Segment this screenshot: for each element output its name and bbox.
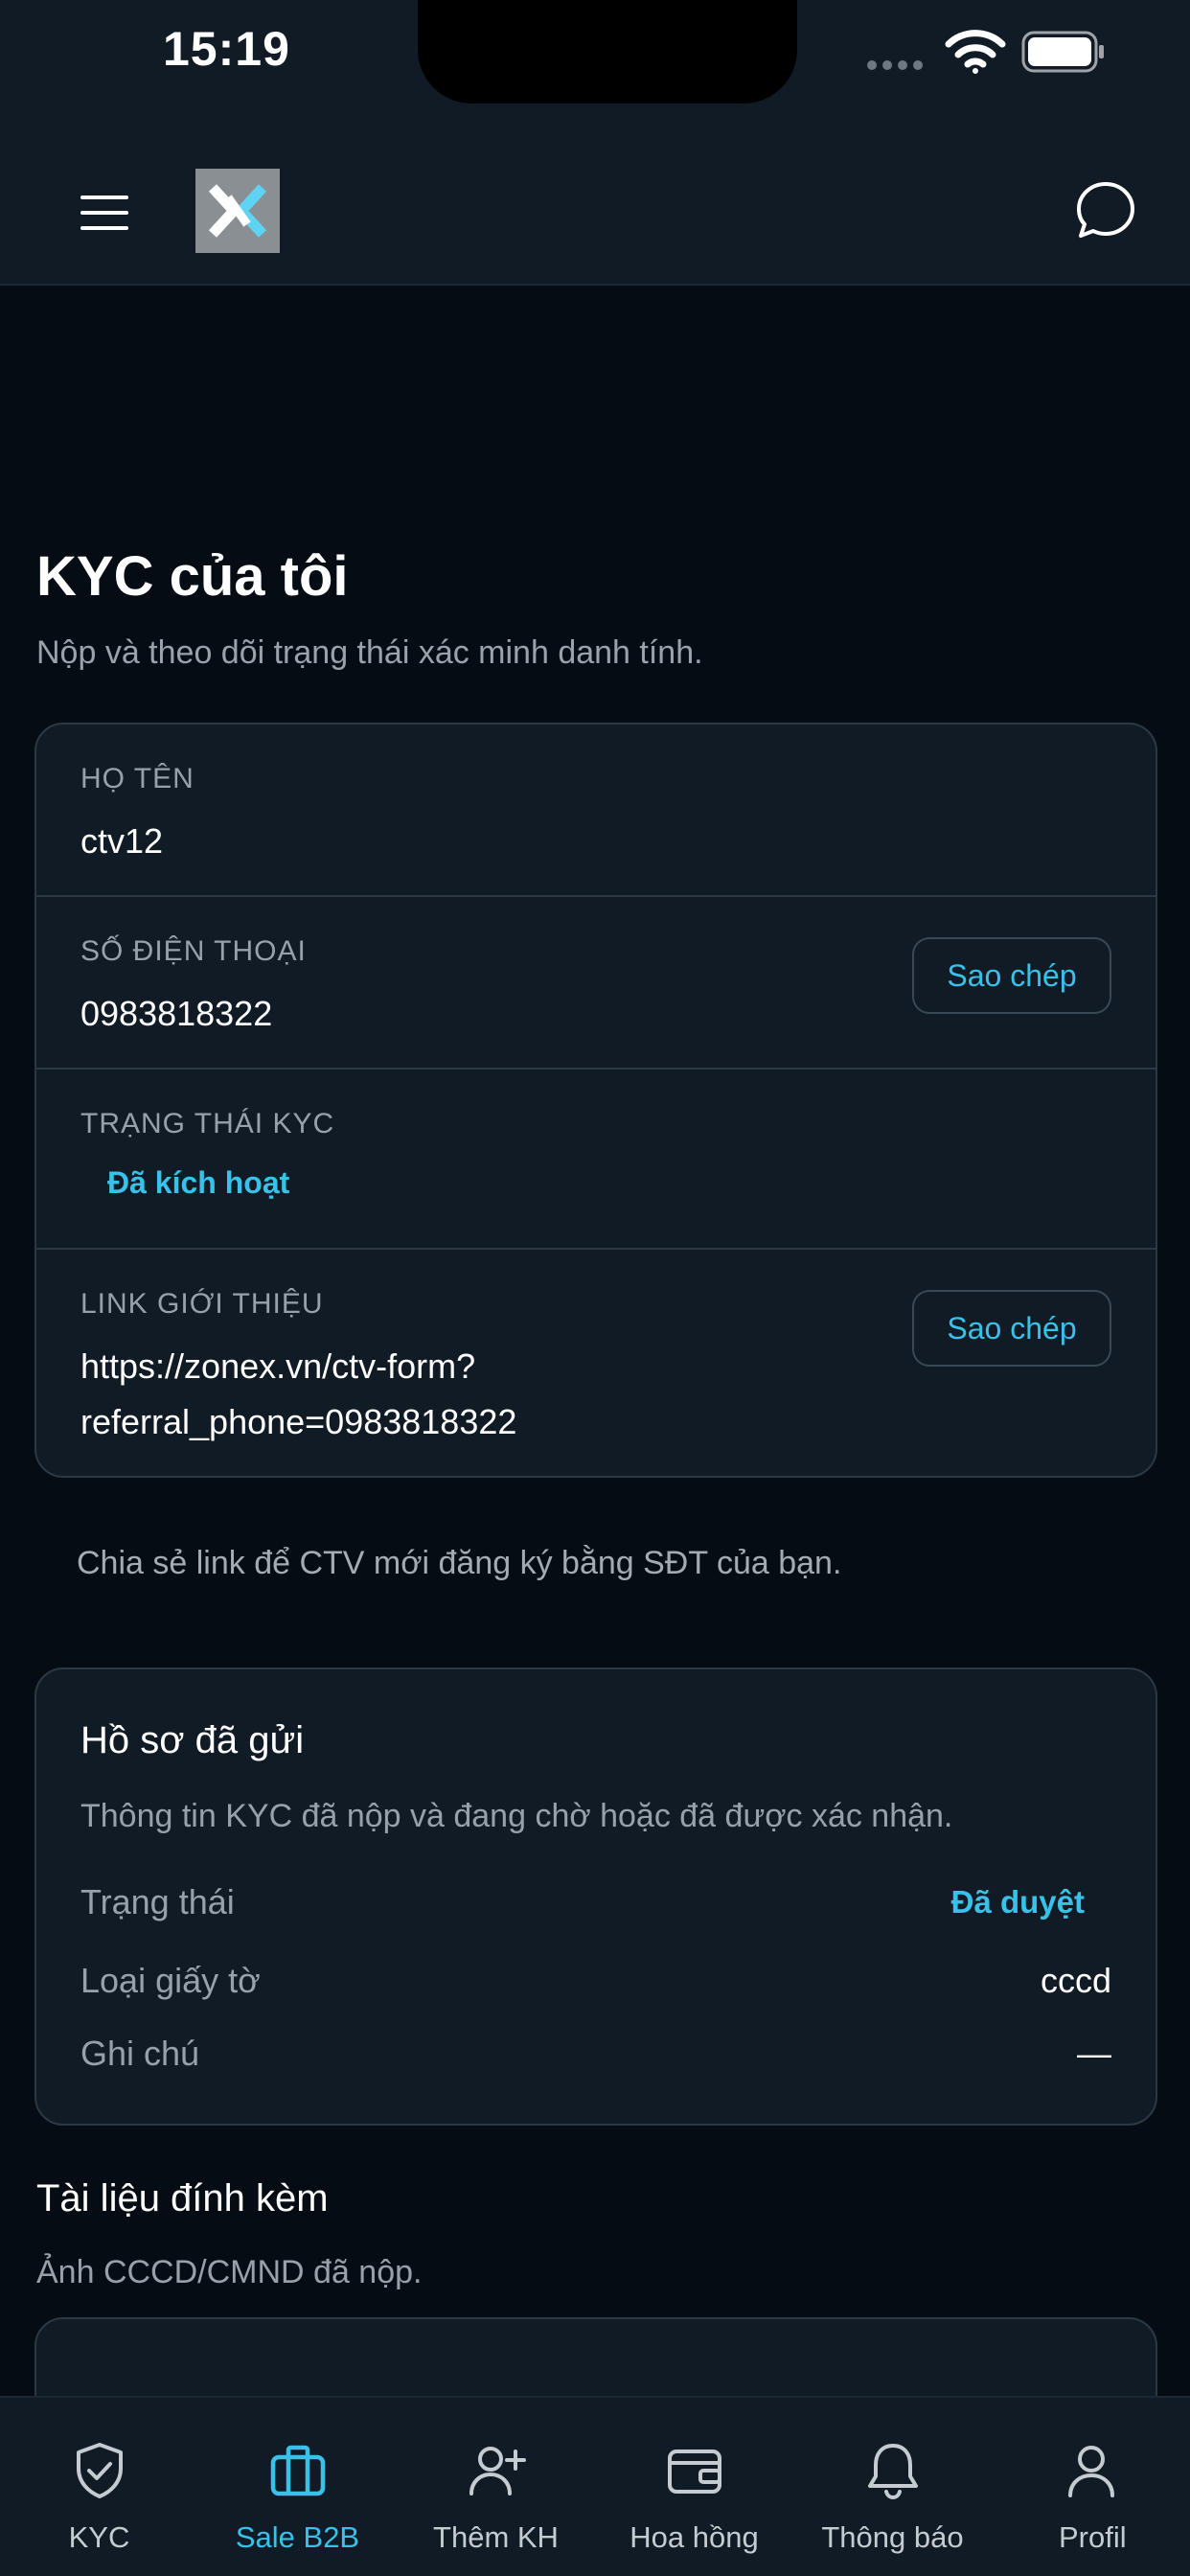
status-time: 15:19	[163, 22, 290, 76]
name-row: HỌ TÊN ctv12	[36, 724, 1156, 897]
wallet-icon	[667, 2450, 721, 2494]
phone-label: SỐ ĐIỆN THOẠI	[80, 935, 307, 967]
phone-row: SỐ ĐIỆN THOẠI 0983818322 Sao chép	[36, 897, 1156, 1070]
nav-item-commission[interactable]: Hoa hồng	[595, 2398, 793, 2576]
shield-check-icon	[76, 2443, 123, 2498]
copy-link-button[interactable]: Sao chép	[912, 1290, 1111, 1367]
nav-item-profile[interactable]: Profil	[992, 2398, 1190, 2576]
name-label: HỌ TÊN	[80, 763, 195, 794]
nav-label-add-customer: Thêm KH	[433, 2520, 559, 2554]
page-title: KYC của tôi	[36, 545, 349, 608]
copy-phone-button[interactable]: Sao chép	[912, 937, 1111, 1014]
referral-link-label: LINK GIỚI THIỆU	[80, 1288, 324, 1320]
submitted-profile-card: Hồ sơ đã gửi Thông tin KYC đã nộp và đan…	[34, 1668, 1157, 2126]
nav-item-sale-b2b[interactable]: Sale B2B	[198, 2398, 397, 2576]
share-link-note: Chia sẻ link để CTV mới đăng ký bằng SĐT…	[77, 1545, 842, 1581]
nav-item-notifications[interactable]: Thông báo	[793, 2398, 992, 2576]
page-subtitle: Nộp và theo dõi trạng thái xác minh danh…	[36, 634, 703, 671]
referral-link-line2: referral_phone=0983818322	[80, 1402, 517, 1441]
nav-label-commission: Hoa hồng	[629, 2520, 759, 2554]
nav-item-kyc[interactable]: KYC	[0, 2398, 198, 2576]
kyc-info-card: HỌ TÊN ctv12 SỐ ĐIỆN THOẠI 0983818322 Sa…	[34, 723, 1157, 1478]
battery-icon	[1021, 31, 1104, 73]
doc-type-label: Loại giấy tờ	[80, 1961, 261, 2000]
nav-label-kyc: KYC	[68, 2520, 130, 2554]
nav-label-notifications: Thông báo	[821, 2520, 964, 2554]
bell-icon	[867, 2444, 918, 2500]
nav-label-profile: Profil	[1059, 2520, 1127, 2554]
chat-bubble-icon[interactable]	[1073, 178, 1138, 243]
status-label: Trạng thái	[80, 1882, 235, 1921]
profile-card-description: Thông tin KYC đã nộp và đang chờ hoặc đã…	[80, 1798, 953, 1834]
referral-link-row: LINK GIỚI THIỆU https://zonex.vn/ctv-for…	[36, 1250, 1156, 1478]
profile-card-title: Hồ sơ đã gửi	[80, 1719, 305, 1761]
name-value: ctv12	[80, 821, 164, 861]
attachments-title: Tài liệu đính kèm	[36, 2177, 329, 2220]
briefcase-icon	[270, 2445, 325, 2496]
cellular-signal-icon	[867, 58, 928, 70]
kyc-status-label: TRẠNG THÁI KYC	[80, 1108, 335, 1139]
attachments-subtitle: Ảnh CCCD/CMND đã nộp.	[36, 2254, 423, 2290]
note-label: Ghi chú	[80, 2034, 200, 2073]
wifi-icon	[945, 30, 1006, 74]
logo-x-icon	[208, 184, 267, 238]
status-value: Đã duyệt	[950, 1884, 1085, 1920]
kyc-status-row: TRẠNG THÁI KYC Đã kích hoạt	[36, 1070, 1156, 1250]
nav-label-sale-b2b: Sale B2B	[235, 2520, 360, 2554]
app-screen: 15:19 KYC của tôi Nộp và theo dõi trạng …	[0, 0, 1190, 2576]
menu-icon[interactable]	[79, 186, 132, 240]
nav-item-add-customer[interactable]: Thêm KH	[397, 2398, 595, 2576]
doc-type-value: cccd	[1040, 1961, 1111, 2000]
bottom-nav: KYC Sale B2B Thêm KH Hoa hồng Thông báo …	[0, 2396, 1190, 2576]
phone-value: 0983818322	[80, 994, 273, 1033]
user-plus-icon	[469, 2447, 526, 2496]
referral-link-line1: https://zonex.vn/ctv-form?	[80, 1346, 476, 1386]
user-icon	[1067, 2446, 1114, 2497]
app-header	[0, 144, 1190, 286]
kyc-status-badge: Đã kích hoạt	[107, 1165, 290, 1200]
dynamic-island	[418, 0, 797, 104]
note-value: —	[1077, 2034, 1111, 2073]
status-bar: 15:19	[0, 0, 1190, 144]
zonex-logo[interactable]	[195, 169, 280, 253]
